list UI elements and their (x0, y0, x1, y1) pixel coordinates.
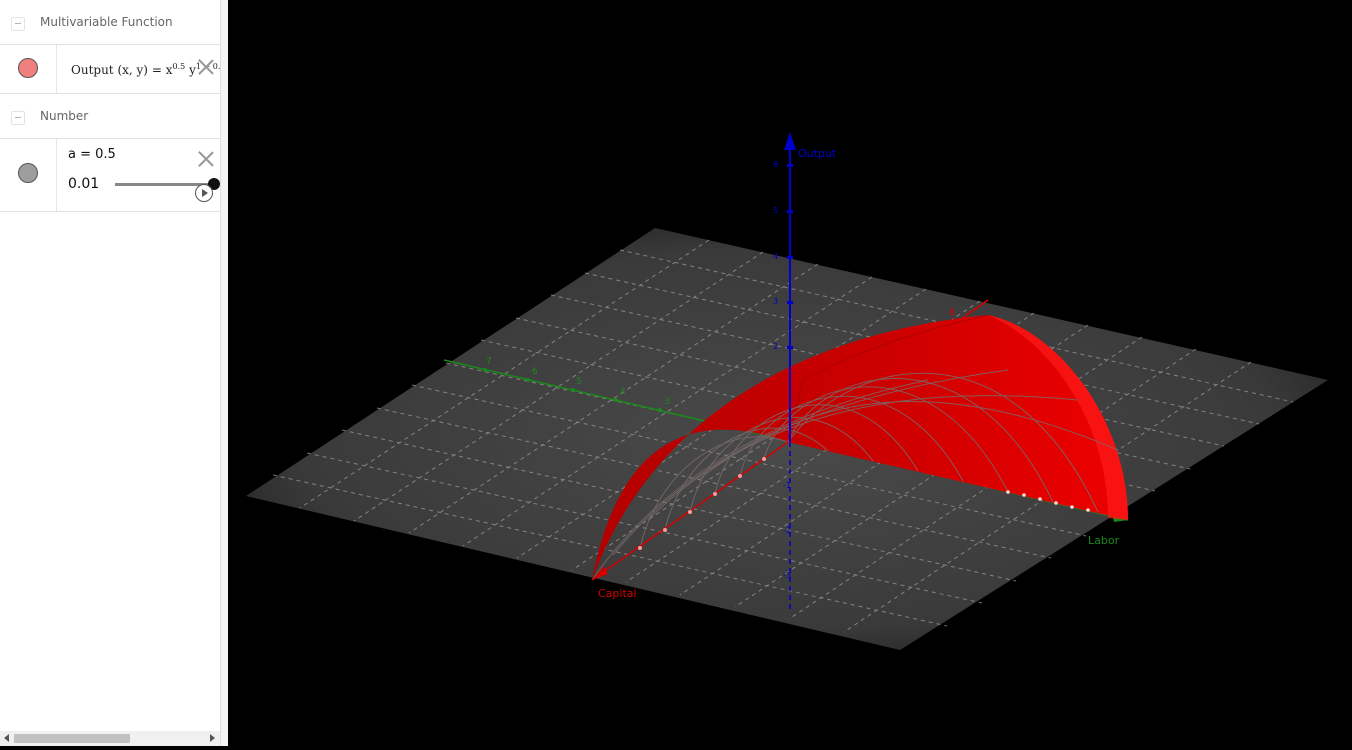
capital-axis-tick: 8 (949, 308, 955, 318)
output-tick-label: 2 (773, 342, 778, 351)
category-label: Number (40, 109, 89, 123)
algebra-view: Multivariable Function Output (x, y) = x… (0, 0, 225, 746)
function-name: Output (71, 63, 114, 77)
delete-icon[interactable] (198, 59, 214, 75)
output-axis-label: Output (798, 147, 837, 160)
base-y: y (189, 63, 196, 77)
equals-sign: = (151, 63, 162, 77)
view-divider[interactable] (221, 0, 228, 746)
delete-icon[interactable] (198, 151, 214, 167)
labor-tick-label: 7 (486, 357, 492, 367)
exponent-x: 0.5 (172, 62, 186, 71)
labor-axis-label: Labor (1088, 534, 1120, 547)
output-neg-tick-label: -2 (783, 526, 791, 535)
function-args: (x, y) (117, 63, 148, 77)
play-animation-icon[interactable] (195, 184, 213, 202)
labor-tick-label: 5 (576, 377, 582, 387)
category-label: Multivariable Function (40, 15, 173, 29)
scroll-thumb[interactable] (14, 734, 130, 743)
scroll-right-icon[interactable] (210, 734, 215, 742)
function-row[interactable]: Output (x, y) = x0.5 y1 − 0.5 (0, 45, 225, 94)
category-multivariable-function[interactable]: Multivariable Function (0, 0, 220, 45)
output-axis-arrow-icon (784, 132, 796, 150)
labor-tick-label: 6 (532, 367, 538, 377)
visibility-toggle-icon[interactable] (18, 163, 38, 183)
slider-min-label: 0.01 (68, 176, 100, 192)
base-x: x (165, 63, 173, 77)
horizontal-scrollbar[interactable] (0, 731, 220, 746)
output-tick-label: 5 (773, 206, 778, 215)
graphics-3d-view[interactable]: 8 7 6 5 4 3 -1 -2 -3 6 5 4 3 2 Output Ca… (228, 0, 1352, 746)
output-neg-tick-label: -1 (783, 481, 791, 490)
category-number[interactable]: Number (0, 94, 220, 139)
output-tick-label: 6 (773, 160, 778, 169)
output-neg-tick-label: -3 (783, 571, 791, 580)
scroll-left-icon[interactable] (4, 734, 9, 742)
output-tick-label: 3 (773, 297, 778, 306)
scene-3d[interactable]: 8 7 6 5 4 3 -1 -2 -3 6 5 4 3 2 Output Ca… (228, 0, 1352, 746)
slider-row[interactable]: a = 0.5 0.01 (0, 139, 220, 212)
capital-axis-label: Capital (598, 587, 637, 600)
marble-cell (0, 45, 57, 93)
output-tick-label: 4 (773, 252, 778, 261)
collapse-toggle-icon[interactable] (11, 111, 25, 125)
labor-tick-label: 3 (664, 397, 670, 407)
slider-definition[interactable]: a = 0.5 (68, 147, 116, 162)
labor-tick-label: 4 (620, 387, 626, 397)
collapse-toggle-icon[interactable] (11, 17, 25, 31)
marble-cell (0, 139, 57, 211)
visibility-toggle-icon[interactable] (18, 58, 38, 78)
